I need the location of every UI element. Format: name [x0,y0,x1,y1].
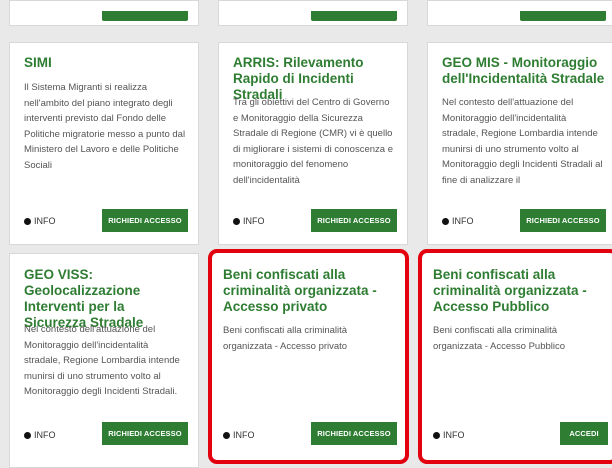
previous-card-2 [218,0,408,26]
info-icon [433,431,440,439]
card-description: Nel contesto dell'attuazione del Monitor… [24,324,180,397]
request-access-button[interactable]: RICHIEDI ACCESSO [102,209,188,232]
info-link[interactable]: INFO [233,216,265,226]
info-label: INFO [443,430,465,440]
info-label: INFO [34,430,56,440]
info-link[interactable]: INFO [24,216,56,226]
card-description: Beni confiscati alla criminalità organiz… [433,325,566,352]
info-label: INFO [243,216,265,226]
previous-card-1 [9,0,199,26]
card-description: Beni confiscati alla criminalità organiz… [223,325,348,352]
card-beni-confiscati-privato: Beni confiscati alla criminalità organiz… [208,249,409,464]
service-card-grid: SIMI Il Sistema Migranti si realizza nel… [0,0,612,468]
card-geo-mis: GEO MIS - Monitoraggio dell'Incidentalit… [427,42,612,245]
request-access-button[interactable]: RICHIEDI ACCESSO [311,422,397,445]
card-arris: ARRIS: Rilevamento Rapido di Incidenti S… [218,42,408,245]
info-label: INFO [34,216,56,226]
card-description: Il Sistema Migranti si realizza nell'amb… [24,82,186,171]
card-beni-confiscati-pubblico: Beni confiscati alla criminalità organiz… [418,249,612,464]
info-label: INFO [452,216,474,226]
card-title[interactable]: SIMI [24,55,188,71]
previous-card-3-button[interactable] [520,11,606,21]
request-access-button[interactable]: RICHIEDI ACCESSO [102,422,188,445]
card-title[interactable]: Beni confiscati alla criminalità organiz… [223,267,395,315]
info-icon [233,217,240,225]
card-title[interactable]: GEO MIS - Monitoraggio dell'Incidentalit… [442,55,606,87]
info-link[interactable]: INFO [433,430,465,440]
previous-card-2-button[interactable] [311,11,397,21]
request-access-button[interactable]: RICHIEDI ACCESSO [311,209,397,232]
card-description: Nel contesto dell'attuazione del Monitor… [442,97,603,186]
card-geo-viss: GEO VISS: Geolocalizzazione Interventi p… [9,253,199,468]
info-link[interactable]: INFO [442,216,474,226]
info-link[interactable]: INFO [223,430,255,440]
card-simi: SIMI Il Sistema Migranti si realizza nel… [9,42,199,245]
request-access-button[interactable]: RICHIEDI ACCESSO [520,209,606,232]
info-label: INFO [233,430,255,440]
previous-card-3 [427,0,612,26]
info-icon [24,431,31,439]
info-link[interactable]: INFO [24,430,56,440]
info-icon [223,431,230,439]
info-icon [442,217,449,225]
previous-card-1-button[interactable] [102,11,188,21]
card-description: Tra gli obiettivi del Centro di Governo … [233,97,393,186]
info-icon [24,217,31,225]
card-title[interactable]: Beni confiscati alla criminalità organiz… [433,267,605,315]
access-button[interactable]: ACCEDI [560,422,608,445]
